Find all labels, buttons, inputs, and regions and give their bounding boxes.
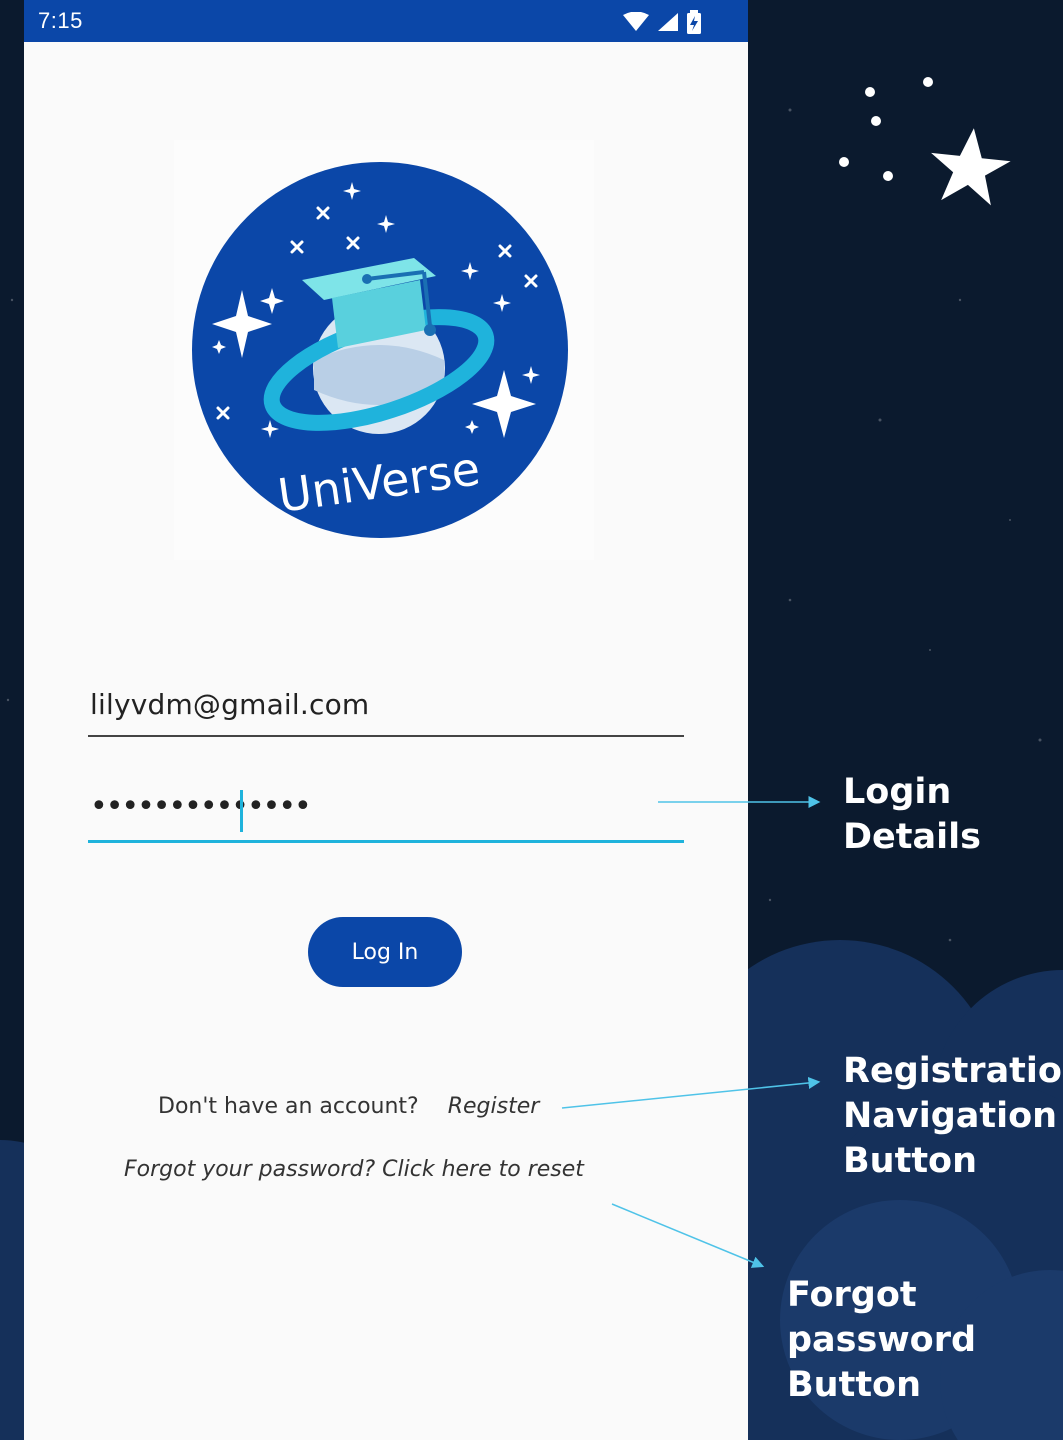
annotation-line: Navigation: [843, 1096, 1058, 1136]
wifi-icon: [623, 12, 649, 31]
no-account-text: Don't have an account?: [158, 1094, 419, 1119]
register-prompt: Don't have an account? Register: [158, 1094, 539, 1119]
annotation-line: Login: [843, 772, 952, 812]
register-link[interactable]: Register: [448, 1094, 540, 1119]
status-bar: 7:15: [24, 0, 748, 42]
battery-charging-icon: [687, 10, 701, 34]
forgot-password-link[interactable]: Forgot your password? Click here to rese…: [124, 1157, 584, 1182]
annotation-login-details: Login Details: [843, 770, 981, 860]
annotation-line: Forgot: [787, 1275, 917, 1315]
status-time: 7:15: [38, 8, 83, 33]
annotation-line: Registration: [843, 1051, 1063, 1091]
email-value: lilyvdm@gmail.com: [90, 688, 370, 721]
login-button[interactable]: Log In: [308, 917, 462, 987]
email-field[interactable]: lilyvdm@gmail.com: [88, 688, 684, 737]
status-icons: [622, 10, 702, 34]
annotation-line: password: [787, 1320, 977, 1360]
annotation-registration: Registration Navigation Button: [843, 1049, 1063, 1184]
star-decoration-icon: [839, 77, 1011, 206]
signal-icon: [658, 13, 678, 31]
password-field[interactable]: ••••••••••••••: [88, 786, 684, 843]
annotation-forgot-password: Forgot password Button: [787, 1273, 976, 1408]
universe-logo: UniVerse: [174, 140, 594, 560]
annotation-line: Details: [843, 817, 981, 857]
password-mask: ••••••••••••••: [90, 789, 312, 824]
text-caret: [240, 790, 243, 832]
annotation-line: Button: [787, 1365, 922, 1405]
phone-screen: 7:15 UniVerse lilyvdm@gmail.com ••••••••…: [24, 0, 748, 1440]
annotation-line: Button: [843, 1141, 978, 1181]
graduation-cap-planet-logo-icon: UniVerse: [192, 162, 568, 538]
